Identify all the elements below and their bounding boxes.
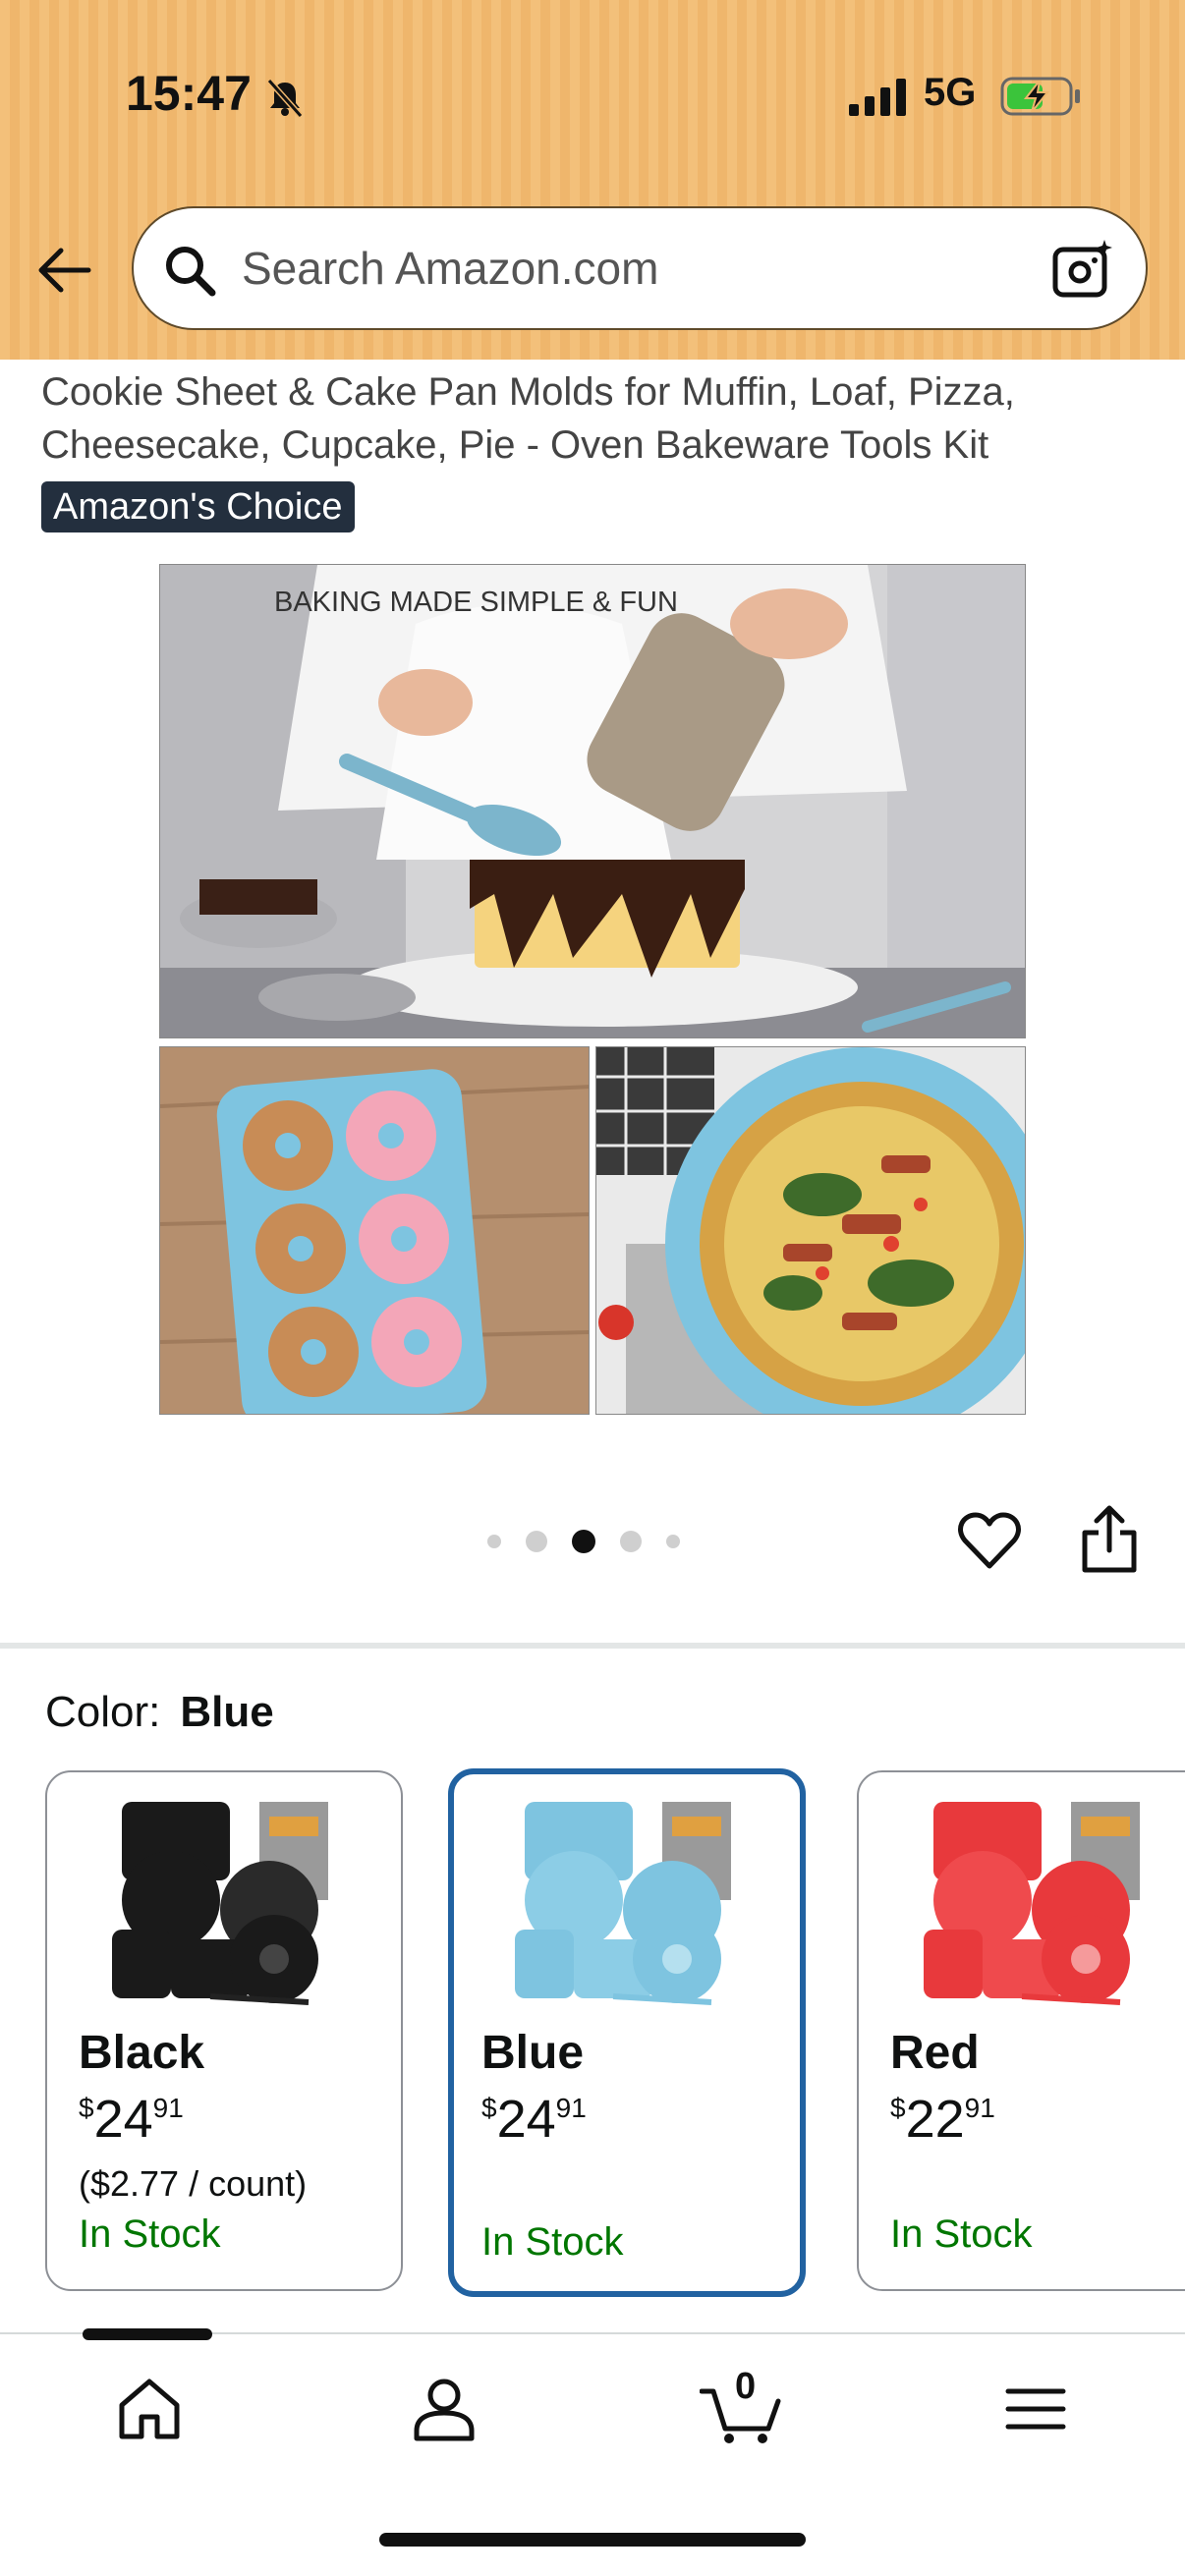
- cart-count: 0: [735, 2366, 757, 2407]
- color-option-name: Black: [79, 2027, 205, 2079]
- status-time: 15:47: [126, 66, 252, 121]
- bakeware-black-thumbnail: [112, 1802, 328, 2005]
- active-tab-indicator: [83, 2328, 212, 2340]
- network-type: 5G: [924, 71, 977, 114]
- unit-price: ($2.77 / count): [79, 2163, 308, 2204]
- home-indicator[interactable]: [379, 2533, 806, 2547]
- color-option-name: Blue: [481, 2027, 585, 2079]
- image-caption: BAKING MADE SIMPLE & FUN: [274, 587, 678, 618]
- color-option-name: Red: [890, 2027, 980, 2079]
- color-option-red[interactable]: Red $2291 In Stock: [857, 1770, 1185, 2291]
- baking-chef-photo: BAKING MADE SIMPLE & FUN: [159, 564, 1026, 1038]
- section-divider: [0, 1643, 1185, 1649]
- carousel-dot[interactable]: [620, 1531, 642, 1552]
- top-header: 15:47 5G: [0, 0, 1185, 360]
- amazons-choice-badge[interactable]: Amazon's Choice: [41, 481, 355, 532]
- search-input[interactable]: [242, 208, 1028, 328]
- bell-muted-icon: [266, 79, 304, 118]
- carousel-dot[interactable]: [666, 1535, 680, 1548]
- signal-icon: [849, 79, 906, 116]
- menu-icon[interactable]: [998, 2372, 1073, 2446]
- color-option-price: $2491: [79, 2090, 184, 2149]
- image-carousel-dots[interactable]: [487, 1529, 680, 1554]
- bakeware-blue-thumbnail: [515, 1802, 731, 2005]
- product-image[interactable]: BAKING MADE SIMPLE & FUN: [159, 564, 1026, 1415]
- camera-search-icon[interactable]: [1051, 238, 1116, 301]
- donut-mold-photo: [159, 1046, 590, 1415]
- share-icon[interactable]: [1079, 1505, 1140, 1574]
- stock-status: In Stock: [890, 2212, 1033, 2256]
- quiche-mold-photo: [595, 1046, 1026, 1415]
- stock-status: In Stock: [481, 2220, 624, 2264]
- heart-icon[interactable]: [957, 1509, 1022, 1574]
- selected-color: Blue: [180, 1688, 274, 1736]
- account-icon[interactable]: [407, 2372, 481, 2446]
- search-bar[interactable]: [132, 206, 1148, 330]
- color-option-blue[interactable]: Blue $2491 In Stock: [448, 1768, 806, 2297]
- product-title[interactable]: Cookie Sheet & Cake Pan Molds for Muffin…: [41, 365, 1152, 472]
- carousel-dot[interactable]: [487, 1535, 501, 1548]
- battery-charging-icon: [1000, 77, 1080, 116]
- color-option-black[interactable]: Black $2491 ($2.77 / count) In Stock: [45, 1770, 403, 2291]
- home-icon[interactable]: [112, 2372, 187, 2446]
- color-label: Color:: [45, 1688, 161, 1736]
- carousel-dot-active[interactable]: [572, 1530, 595, 1553]
- color-option-price: $2491: [481, 2090, 587, 2149]
- color-option-price: $2291: [890, 2090, 995, 2149]
- carousel-dot[interactable]: [526, 1531, 547, 1552]
- color-label-row: Color: Blue: [45, 1688, 274, 1737]
- stock-status: In Stock: [79, 2212, 221, 2256]
- back-arrow-icon[interactable]: [35, 241, 94, 300]
- search-icon: [166, 247, 216, 297]
- bakeware-red-thumbnail: [924, 1802, 1140, 2005]
